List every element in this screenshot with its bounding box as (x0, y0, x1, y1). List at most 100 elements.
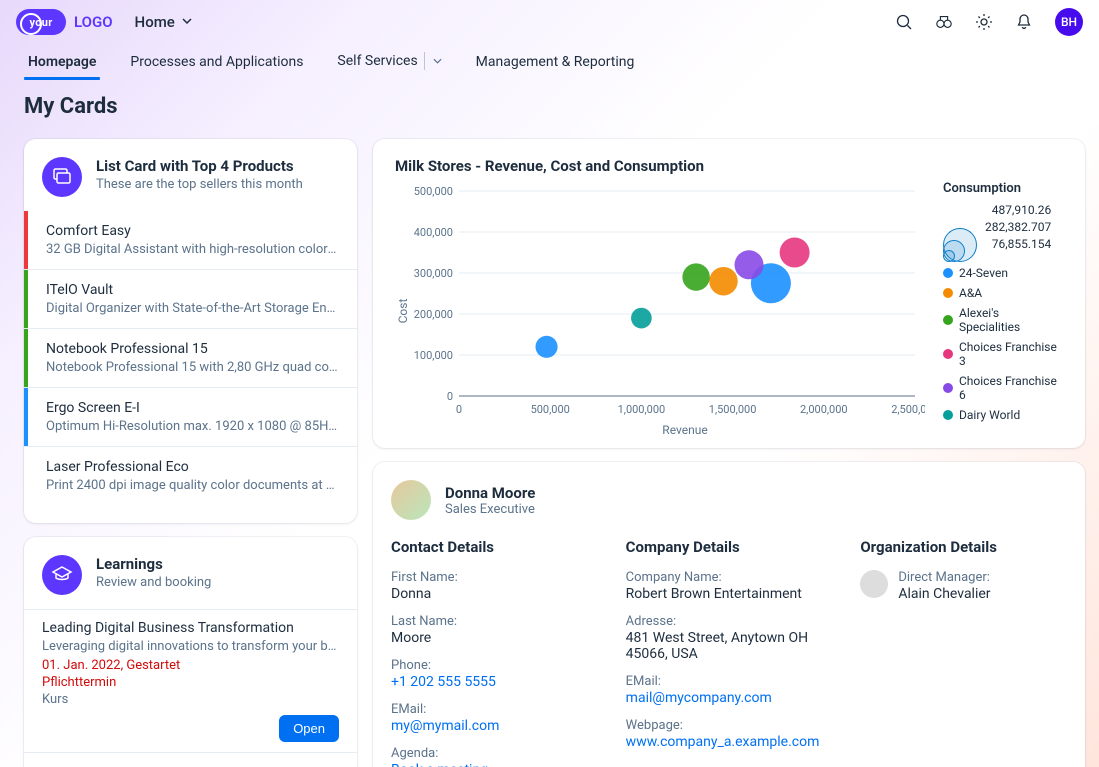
binoculars-icon[interactable] (935, 13, 953, 31)
learning-tag: Pflichttermin (42, 675, 339, 690)
chart-bubble[interactable] (780, 238, 810, 268)
card-learnings: Learnings Review and booking Leading Dig… (24, 537, 357, 767)
learnings-subtitle: Review and booking (96, 575, 211, 590)
bubble-chart: 0100,000200,000300,000400,000500,000 050… (395, 181, 925, 436)
agenda-label: Agenda: (391, 746, 598, 761)
svg-text:1,000,000: 1,000,000 (618, 403, 666, 416)
learnings-icon (42, 555, 82, 595)
learning-item[interactable]: Leading Digital Business Transformation … (42, 610, 339, 742)
person-avatar-icon (391, 480, 431, 520)
chart-title: Milk Stores - Revenue, Cost and Consumpt… (395, 157, 1063, 175)
product-desc: Optimum Hi-Resolution max. 1920 x 1080 @… (46, 419, 339, 434)
manager-value: Alain Chevalier (898, 586, 990, 602)
webpage-link[interactable]: www.company_a.example.com (626, 734, 833, 750)
chevron-down-icon[interactable] (424, 52, 442, 70)
svg-text:300,000: 300,000 (414, 267, 453, 280)
chart-bubble[interactable] (631, 308, 652, 329)
tab-processes[interactable]: Processes and Applications (126, 48, 307, 80)
gear-icon[interactable] (975, 13, 993, 31)
product-item[interactable]: Laser Professional Eco Print 2400 dpi ima… (24, 447, 339, 505)
legend-dot-icon (943, 268, 953, 278)
chart-legend: Consumption 487,910.26 282,382.707 76,85… (943, 181, 1063, 436)
legend-label: Alexei's Specialities (959, 306, 1063, 334)
size-legend-value: 487,910.26 (985, 202, 1051, 219)
svg-text:1,500,000: 1,500,000 (709, 403, 757, 416)
main-scroll[interactable]: My Cards List Card with Top 4 Products T… (0, 80, 1099, 767)
product-name: ITelO Vault (46, 282, 339, 298)
legend-dot-icon (943, 349, 953, 359)
svg-text:2,500,000: 2,500,000 (891, 403, 925, 416)
chart-bubble[interactable] (682, 263, 709, 290)
list-card-subtitle: These are the top sellers this month (96, 177, 303, 192)
phone-label: Phone: (391, 658, 598, 673)
chart-bubble[interactable] (535, 336, 557, 358)
products-icon (42, 157, 82, 197)
size-legend-value: 282,382.707 (985, 219, 1051, 236)
learning-title: Leading Digital Business Transformation (42, 620, 339, 636)
product-item[interactable]: Ergo Screen E-I Optimum Hi-Resolution max… (24, 388, 339, 446)
company-name-value: Robert Brown Entertainment (626, 586, 833, 602)
legend-item[interactable]: A&A (943, 286, 1063, 300)
card-person: Donna Moore Sales Executive Contact Deta… (373, 462, 1085, 767)
size-legend-icon (943, 228, 977, 262)
company-heading: Company Details (626, 538, 833, 556)
svg-text:500,000: 500,000 (531, 403, 570, 416)
contact-details: Contact Details First Name: Donna Last N… (391, 538, 598, 767)
address-label: Adresse: (626, 614, 833, 629)
product-desc: Print 2400 dpi image quality color docum… (46, 478, 339, 493)
product-name: Comfort Easy (46, 223, 339, 239)
email-label: EMail: (391, 702, 598, 717)
svg-text:100,000: 100,000 (414, 349, 453, 362)
legend-label: 24-Seven (959, 266, 1008, 280)
legend-item[interactable]: Dairy World (943, 408, 1063, 422)
svg-text:400,000: 400,000 (414, 226, 453, 239)
legend-item[interactable]: Choices Franchise 3 (943, 340, 1063, 368)
home-dropdown[interactable]: Home (135, 13, 193, 31)
product-item[interactable]: Notebook Professional 15 Notebook Profess… (24, 329, 339, 387)
legend-label: Choices Franchise 6 (959, 374, 1063, 402)
legend-item[interactable]: 24-Seven (943, 266, 1063, 280)
legend-label: A&A (959, 286, 982, 300)
legend-item[interactable]: Choices Franchise 6 (943, 374, 1063, 402)
tab-management[interactable]: Management & Reporting (472, 48, 639, 80)
home-label: Home (135, 13, 175, 31)
search-icon[interactable] (895, 13, 913, 31)
product-name: Ergo Screen E-I (46, 400, 339, 416)
product-desc: Notebook Professional 15 with 2,80 GHz q… (46, 360, 339, 375)
product-name: Laser Professional Eco (46, 459, 339, 475)
learning-kind: Kurs (42, 692, 339, 707)
phone-link[interactable]: +1 202 555 5555 (391, 674, 598, 690)
email-link[interactable]: my@mymail.com (391, 718, 598, 734)
svg-text:0: 0 (456, 403, 462, 416)
legend-item[interactable]: Alexei's Specialities (943, 306, 1063, 334)
product-item[interactable]: Comfort Easy 32 GB Digital Assistant with… (24, 211, 339, 269)
bell-icon[interactable] (1015, 13, 1033, 31)
tab-self-services[interactable]: Self Services (333, 46, 445, 80)
agenda-link[interactable]: Book a meeting (391, 762, 598, 767)
open-button[interactable]: Open (279, 715, 339, 742)
user-avatar[interactable]: BH (1055, 8, 1083, 36)
contact-heading: Contact Details (391, 538, 598, 556)
manager-avatar-icon (860, 570, 888, 598)
chart-bubble[interactable] (735, 250, 764, 279)
company-email-label: EMail: (626, 674, 833, 689)
card-top-products: List Card with Top 4 Products These are … (24, 139, 357, 523)
chart-bubble[interactable] (709, 267, 737, 295)
primary-nav: Homepage Processes and Applications Self… (0, 44, 1099, 80)
product-desc: 32 GB Digital Assistant with high-resolu… (46, 242, 339, 257)
webpage-label: Webpage: (626, 718, 833, 733)
last-name-value: Moore (391, 630, 598, 646)
tab-homepage[interactable]: Homepage (24, 48, 100, 80)
first-name-label: First Name: (391, 570, 598, 585)
org-heading: Organization Details (860, 538, 1067, 556)
logo-mark-icon: your (16, 9, 66, 35)
product-name: Notebook Professional 15 (46, 341, 339, 357)
person-name: Donna Moore (445, 484, 535, 502)
legend-dot-icon (943, 410, 953, 420)
page-title: My Cards (24, 94, 1075, 119)
app-logo[interactable]: your LOGO (16, 5, 113, 39)
product-item[interactable]: ITelO VaultDigital Organizer with State-… (24, 270, 339, 328)
company-email-link[interactable]: mail@mycompany.com (626, 690, 833, 706)
list-card-title: List Card with Top 4 Products (96, 157, 303, 175)
size-legend-value: 76,855.154 (985, 236, 1051, 253)
